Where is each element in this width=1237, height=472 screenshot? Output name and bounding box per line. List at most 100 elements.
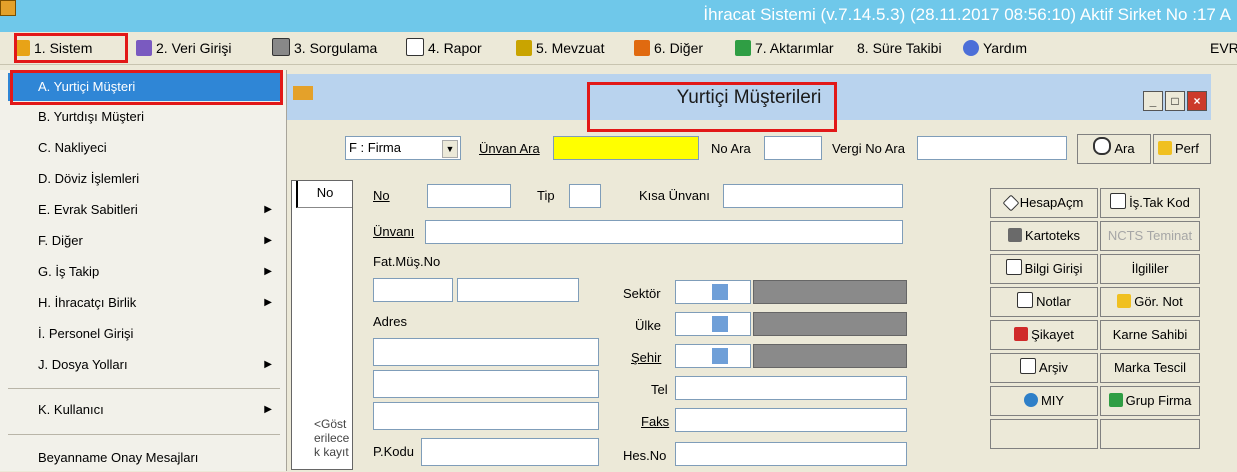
arsiv-button[interactable]: Arşiv [990, 353, 1098, 383]
folder-icon [14, 40, 30, 56]
pkodu-label: P.Kodu [373, 444, 414, 459]
lookup-icon [712, 284, 728, 300]
marka-tescil-button[interactable]: Marka Tescil [1100, 353, 1200, 383]
magnifier-doc-icon [1020, 358, 1037, 374]
menu-yardim[interactable]: Yardım [963, 32, 1027, 64]
menu-label: 6. Diğer [654, 40, 704, 56]
ara-button[interactable]: Ara [1077, 134, 1151, 164]
menu-veri-girisi[interactable]: 2. Veri Girişi [136, 32, 231, 64]
menu-label: 8. Süre Takibi [857, 40, 942, 56]
ncts-teminat-button[interactable]: NCTS Teminat [1100, 221, 1200, 251]
action-button-panel: HesapAçm İş.Tak Kod Kartoteks NCTS Temin… [984, 180, 1208, 471]
sistem-dropdown: A. Yurtiçi Müşteri B. Yurtdışı Müşteri C… [0, 70, 287, 471]
menu-label: EVR [1210, 40, 1237, 56]
no-ara-input[interactable] [764, 136, 822, 160]
hesap-acm-button[interactable]: HesapAçm [990, 188, 1098, 218]
dropdown-item-beyanname-onay[interactable]: Beyanname Onay Mesajları [8, 444, 280, 472]
fat-mus-no-label: Fat.Müş.No [373, 254, 441, 269]
dropdown-item-evrak-sabitleri[interactable]: E. Evrak Sabitleri ▶ [8, 196, 280, 224]
button-label: Gör. Not [1134, 294, 1183, 309]
notlar-button[interactable]: Notlar [990, 287, 1098, 317]
document-icon [1110, 193, 1127, 209]
grup-firma-button[interactable]: Grup Firma [1100, 386, 1200, 416]
dropdown-item-nakliyeci[interactable]: C. Nakliyeci [8, 134, 280, 162]
adres-label: Adres [373, 314, 407, 329]
dropdown-item-yurtdisi-musteri[interactable]: B. Yurtdışı Müşteri [8, 103, 280, 131]
adres-line-3[interactable] [373, 402, 599, 430]
kartoteks-button[interactable]: Kartoteks [990, 221, 1098, 251]
sikayet-button[interactable]: Şikayet [990, 320, 1098, 350]
record-grid[interactable]: No <Göst erilece k kayıt [291, 180, 353, 470]
filter-select[interactable]: F : Firma ▼ [345, 136, 461, 160]
dropdown-item-doviz-islemleri[interactable]: D. Döviz İşlemleri [8, 165, 280, 193]
menu-label: 2. Veri Girişi [156, 40, 232, 56]
customer-window-titlebar: Yurtiçi Müşterileri _ □ × [287, 74, 1211, 120]
menu-diger[interactable]: 6. Diğer [634, 32, 703, 64]
menu-rapor[interactable]: 4. Rapor [406, 32, 482, 64]
filter-select-value: F : Firma [349, 140, 401, 155]
menu-aktarimlar[interactable]: 7. Aktarımlar [735, 32, 834, 64]
karne-sahibi-button[interactable]: Karne Sahibi [1100, 320, 1200, 350]
faks-input[interactable] [675, 408, 907, 432]
vergi-no-ara-input[interactable] [917, 136, 1067, 160]
dropdown-item-personel-girisi[interactable]: İ. Personel Girişi [8, 320, 280, 348]
dropdown-item-kullanici[interactable]: K. Kullanıcı ▶ [8, 396, 280, 424]
hes-no-label: Hes.No [623, 448, 667, 463]
lookup-icon [712, 316, 728, 332]
menu-sorgulama[interactable]: 3. Sorgulama [272, 32, 377, 64]
menu-label: 5. Mevzuat [536, 40, 605, 56]
books-icon [516, 40, 532, 56]
unvan-ara-input[interactable] [553, 136, 699, 160]
adres-line-1[interactable] [373, 338, 599, 366]
miy-button[interactable]: MIY [990, 386, 1098, 416]
diamond-icon [1002, 194, 1020, 212]
vergi-no-ara-label: Vergi No Ara [832, 141, 905, 156]
ilgililer-button[interactable]: İlgililer [1100, 254, 1200, 284]
gor-not-button[interactable]: Gör. Not [1100, 287, 1200, 317]
is-tak-kod-button[interactable]: İş.Tak Kod [1100, 188, 1200, 218]
menu-sistem[interactable]: 1. Sistem [14, 32, 92, 64]
dropdown-item-diger[interactable]: F. Diğer ▶ [8, 227, 280, 255]
tip-input[interactable] [569, 184, 601, 208]
no-ara-label: No Ara [711, 141, 751, 156]
dropdown-item-is-takip[interactable]: G. İş Takip ▶ [8, 258, 280, 286]
unvan-input[interactable] [425, 220, 903, 244]
ulke-select[interactable] [675, 312, 751, 336]
dropdown-item-label: H. İhracatçı Birlik [38, 295, 137, 310]
extra-button-1[interactable] [990, 419, 1098, 449]
dropdown-item-ihracatci-birlik[interactable]: H. İhracatçı Birlik ▶ [8, 289, 280, 317]
button-label: Notlar [1036, 294, 1071, 309]
dropdown-separator [8, 388, 280, 389]
help-icon [963, 40, 979, 56]
maximize-button[interactable]: □ [1165, 91, 1185, 111]
sehir-select[interactable] [675, 344, 751, 368]
extra-button-2[interactable] [1100, 419, 1200, 449]
menu-evr[interactable]: EVR [1210, 32, 1237, 64]
button-label: Arşiv [1039, 360, 1068, 375]
submenu-arrow-icon: ▶ [264, 404, 272, 415]
sektor-select[interactable] [675, 280, 751, 304]
perf-button[interactable]: Perf [1153, 134, 1211, 164]
pkodu-input[interactable] [421, 438, 599, 466]
menu-sure-takibi[interactable]: 8. Süre Takibi [857, 32, 942, 64]
grid-header-no[interactable]: No [296, 181, 352, 208]
hes-no-input[interactable] [675, 442, 907, 466]
printer-icon [406, 38, 424, 56]
tel-input[interactable] [675, 376, 907, 400]
bilgi-girisi-button[interactable]: Bilgi Girişi [990, 254, 1098, 284]
minimize-button[interactable]: _ [1143, 91, 1163, 111]
kisa-unvan-input[interactable] [723, 184, 903, 208]
menu-bar: 1. Sistem 2. Veri Girişi 3. Sorgulama 4.… [0, 32, 1237, 65]
dropdown-item-yurtici-musteri[interactable]: A. Yurtiçi Müşteri [8, 73, 280, 101]
close-button[interactable]: × [1187, 91, 1207, 111]
button-label: Kartoteks [1025, 228, 1080, 243]
dropdown-item-dosya-yollari[interactable]: J. Dosya Yolları ▶ [8, 351, 280, 379]
no-input[interactable] [427, 184, 511, 208]
menu-mevzuat[interactable]: 5. Mevzuat [516, 32, 604, 64]
tip-label: Tip [537, 188, 555, 203]
fat-mus-no-input[interactable] [373, 278, 453, 302]
fat-mus-no-input-2[interactable] [457, 278, 579, 302]
kisa-unvan-label: Kısa Ünvanı [639, 188, 710, 203]
adres-line-2[interactable] [373, 370, 599, 398]
star-icon [1158, 141, 1172, 155]
